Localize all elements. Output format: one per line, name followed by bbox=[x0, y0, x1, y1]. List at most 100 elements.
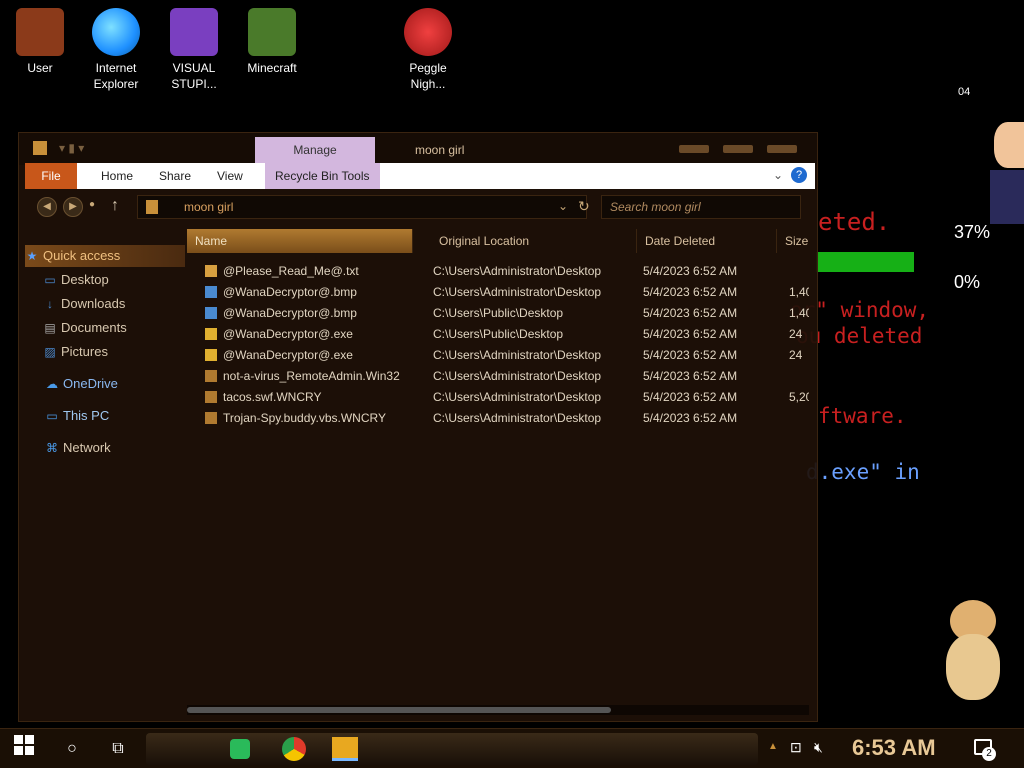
file-row[interactable]: Trojan-Spy.buddy.vbs.WNCRY C:\Users\Admin… bbox=[187, 408, 809, 429]
column-header-date-deleted[interactable]: Date Deleted bbox=[637, 229, 777, 253]
file-explorer-app-icon[interactable] bbox=[332, 737, 358, 761]
back-button[interactable]: ◀ bbox=[37, 197, 57, 217]
desktop-icon-visual-studio[interactable]: VISUAL STUPI... bbox=[154, 8, 234, 92]
column-header-name[interactable]: Name bbox=[187, 229, 413, 253]
ransom-text-software: ftware. bbox=[818, 404, 907, 428]
nav-item-desktop[interactable]: ▭ Desktop bbox=[25, 269, 185, 291]
size-cell: 24 bbox=[789, 327, 803, 341]
file-name-cell: @WanaDecryptor@.exe bbox=[205, 324, 425, 345]
file-icon bbox=[205, 391, 217, 403]
maximize-button[interactable] bbox=[723, 145, 753, 153]
horizontal-scrollbar[interactable] bbox=[187, 705, 809, 715]
file-icon bbox=[205, 265, 217, 277]
tab-recycle-bin-tools[interactable]: Recycle Bin Tools bbox=[265, 163, 380, 189]
file-row[interactable]: not-a-virus_RemoteAdmin.Win32 C:\Users\Ad… bbox=[187, 366, 809, 387]
original-location-cell: C:\Users\Public\Desktop bbox=[433, 327, 564, 341]
minimize-button[interactable] bbox=[679, 145, 709, 153]
refresh-icon[interactable]: ↻ bbox=[578, 198, 590, 215]
file-row[interactable]: @WanaDecryptor@.bmp C:\Users\Public\Deskt… bbox=[187, 303, 809, 324]
desktop-icon-label: VISUAL STUPI... bbox=[171, 61, 217, 91]
tab-view[interactable]: View bbox=[207, 163, 253, 189]
edge-icon bbox=[92, 8, 140, 56]
date-deleted-cell: 5/4/2023 6:52 AM bbox=[643, 369, 738, 383]
peggle-icon bbox=[404, 8, 452, 56]
desktop-icon-user[interactable]: User bbox=[0, 8, 80, 76]
desktop-icon-label: User bbox=[27, 61, 53, 75]
file-row[interactable]: @WanaDecryptor@.bmp C:\Users\Administrato… bbox=[187, 282, 809, 303]
file-icon bbox=[205, 328, 217, 340]
file-row[interactable]: @WanaDecryptor@.exe C:\Users\Public\Deskt… bbox=[187, 324, 809, 345]
tab-home[interactable]: Home bbox=[91, 163, 143, 189]
file-icon bbox=[205, 286, 217, 298]
quick-access-toolbar[interactable]: ▾ ▮ ▾ bbox=[59, 141, 84, 155]
computer-icon: ▭ bbox=[46, 409, 58, 423]
title-bar[interactable]: ▾ ▮ ▾ moon girl bbox=[19, 133, 817, 165]
taskbar: ○ ⧉ ▲ ⊡ 🔇︎ 6:53 AM 2 bbox=[0, 728, 1024, 768]
search-button[interactable]: ○ bbox=[58, 735, 86, 763]
desktop-icon-label: Peggle Nigh... bbox=[409, 61, 447, 91]
file-explorer-window[interactable]: ▾ ▮ ▾ moon girl File Home Share View Rec… bbox=[18, 132, 818, 722]
chrome-app-icon[interactable] bbox=[282, 737, 306, 761]
nav-item-network[interactable]: ⌘ Network bbox=[25, 437, 185, 459]
desktop-icon-internet-explorer[interactable]: Internet Explorer bbox=[76, 8, 156, 92]
start-button[interactable] bbox=[10, 735, 38, 763]
forward-button[interactable]: ▶ bbox=[63, 197, 83, 217]
nav-item-documents[interactable]: ▤ Documents bbox=[25, 317, 185, 339]
original-location-cell: C:\Users\Administrator\Desktop bbox=[433, 348, 602, 362]
scrollbar-thumb[interactable] bbox=[187, 707, 611, 713]
nav-item-this-pc[interactable]: ▭ This PC bbox=[25, 405, 185, 427]
desktop-icon-minecraft[interactable]: Minecraft bbox=[232, 8, 312, 76]
taskbar-clock[interactable]: 6:53 AM bbox=[852, 735, 936, 761]
date-deleted-cell: 5/4/2023 6:52 AM bbox=[643, 327, 738, 341]
date-deleted-cell: 5/4/2023 6:52 AM bbox=[643, 264, 738, 278]
nav-item-pictures[interactable]: ▨ Pictures bbox=[25, 341, 185, 363]
nav-item-downloads[interactable]: ↓ Downloads bbox=[25, 293, 185, 315]
volume-muted-icon[interactable]: 🔇︎ bbox=[814, 739, 823, 756]
visual-studio-icon bbox=[170, 8, 218, 56]
desktop-icon-peggle[interactable]: Peggle Nigh... bbox=[388, 8, 468, 92]
file-row[interactable]: tacos.swf.WNCRY C:\Users\Administrator\De… bbox=[187, 387, 809, 408]
file-name-cell: @WanaDecryptor@.bmp bbox=[205, 282, 425, 303]
ransom-text-exe: d.exe" in bbox=[806, 460, 920, 484]
search-input[interactable]: Search moon girl bbox=[601, 195, 801, 219]
size-cell: 5,20 bbox=[789, 390, 809, 404]
ransom-text-deleted: eted. bbox=[818, 208, 891, 236]
document-icon: ▤ bbox=[44, 321, 56, 335]
file-row[interactable]: @WanaDecryptor@.exe C:\Users\Administrato… bbox=[187, 345, 809, 366]
desktop-icon-label: Minecraft bbox=[247, 61, 297, 75]
address-bar[interactable]: moon girl ⌄ ↻ bbox=[137, 195, 590, 219]
tab-file[interactable]: File bbox=[25, 163, 77, 189]
chevron-up-icon[interactable]: ▲ bbox=[768, 741, 778, 752]
manage-context-tab[interactable]: Manage bbox=[255, 137, 375, 163]
date-deleted-cell: 5/4/2023 6:52 AM bbox=[643, 348, 738, 362]
nav-item-onedrive[interactable]: ☁ OneDrive bbox=[25, 373, 185, 395]
help-icon[interactable]: ? bbox=[791, 167, 807, 183]
original-location-cell: C:\Users\Administrator\Desktop bbox=[433, 369, 602, 383]
close-button[interactable] bbox=[767, 145, 797, 153]
guilded-app-icon[interactable] bbox=[230, 739, 250, 759]
chevron-down-icon[interactable]: ⌄ bbox=[773, 168, 783, 182]
hamster-image bbox=[940, 600, 1006, 706]
column-header-original-location[interactable]: Original Location bbox=[431, 229, 637, 253]
up-arrow-icon[interactable]: ↑ bbox=[111, 197, 119, 215]
notification-count-badge: 2 bbox=[982, 747, 996, 761]
recent-locations-icon[interactable]: ● bbox=[89, 199, 95, 210]
folder-icon bbox=[33, 141, 47, 155]
breadcrumb[interactable]: moon girl bbox=[184, 200, 233, 214]
file-row[interactable]: @Please_Read_Me@.txt C:\Users\Administrat… bbox=[187, 261, 809, 282]
file-icon bbox=[205, 307, 217, 319]
task-view-button[interactable]: ⧉ bbox=[104, 735, 132, 763]
network-icon: ⌘ bbox=[46, 441, 58, 455]
network-tray-icon[interactable]: ⊡ bbox=[790, 739, 802, 756]
chevron-down-icon[interactable]: ⌄ bbox=[558, 199, 568, 213]
size-cell: 1,40 bbox=[789, 285, 809, 299]
progress-percent-bottom: 0% bbox=[954, 272, 981, 292]
small-number: 04 bbox=[958, 86, 971, 98]
nav-item-quick-access[interactable]: ★ Quick access bbox=[25, 245, 185, 267]
cartoon-character-image bbox=[990, 118, 1024, 228]
column-header-size[interactable]: Size bbox=[777, 229, 809, 253]
window-title: moon girl bbox=[415, 143, 465, 157]
original-location-cell: C:\Users\Administrator\Desktop bbox=[433, 411, 602, 425]
file-icon bbox=[205, 349, 217, 361]
tab-share[interactable]: Share bbox=[149, 163, 201, 189]
